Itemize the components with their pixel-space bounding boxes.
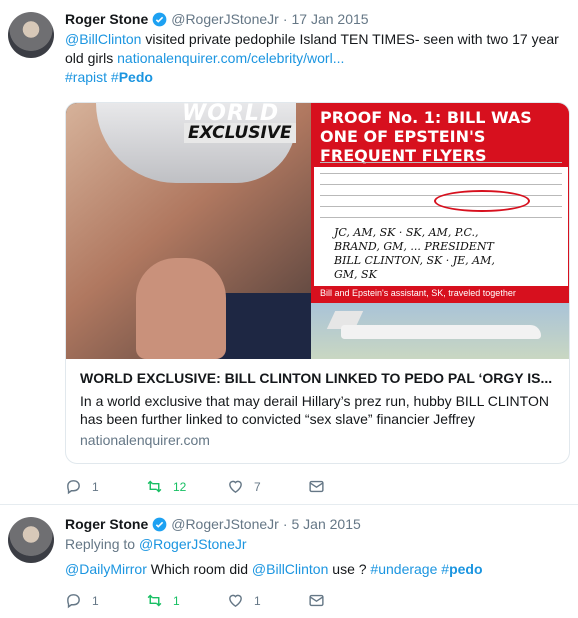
jet-body xyxy=(341,325,541,339)
hashtag-link[interactable]: #pedo xyxy=(441,561,482,577)
tweet-actions: 1 1 1 xyxy=(65,592,389,609)
like-button[interactable]: 7 xyxy=(227,478,308,495)
mention-link[interactable]: @DailyMirror xyxy=(65,561,147,577)
heart-icon xyxy=(229,594,242,608)
display-name[interactable]: Roger Stone xyxy=(65,10,148,28)
log-row xyxy=(320,163,562,174)
envelope-icon xyxy=(309,594,324,607)
handwritten-note: JC, AM, SK · SK, AM, P.C., BRAND, GM, ..… xyxy=(334,226,495,281)
hashtag-prefix: # xyxy=(110,69,119,85)
tweet[interactable]: Roger Stone @RogerJStoneJr · 17 Jan 2015… xyxy=(0,0,578,505)
tweet-content: Roger Stone @RogerJStoneJr · 17 Jan 2015… xyxy=(65,10,570,464)
card-description: In a world exclusive that may derail Hil… xyxy=(80,393,549,427)
reply-count: 1 xyxy=(92,593,99,608)
tweet-header: Roger Stone @RogerJStoneJr · 5 Jan 2015 xyxy=(65,515,568,533)
reply-count: 1 xyxy=(92,479,99,494)
log-row xyxy=(320,152,562,163)
retweet-count: 12 xyxy=(173,479,187,494)
log-row xyxy=(320,207,562,218)
portrait-suit xyxy=(216,293,316,359)
heart-icon xyxy=(229,480,242,494)
retweet-button[interactable]: 1 xyxy=(146,592,227,609)
card-title[interactable]: WORLD EXCLUSIVE: BILL CLINTON LINKED TO … xyxy=(80,369,555,387)
image-exclusive-label: EXCLUSIVE xyxy=(184,123,296,143)
tweet-text: @DailyMirror Which room did @BillClinton… xyxy=(65,560,568,579)
retweet-icon xyxy=(147,480,162,493)
envelope-icon xyxy=(309,480,324,493)
card-domain: nationalenquirer.com xyxy=(80,432,210,448)
highlight-circle xyxy=(434,190,530,212)
reply-icon xyxy=(67,594,80,609)
separator: · xyxy=(282,516,288,532)
replying-to-link[interactable]: @RogerJStoneJr xyxy=(139,536,247,552)
hashtag-bold-text: pedo xyxy=(449,561,483,577)
reply-button[interactable]: 1 xyxy=(65,478,146,495)
direct-message-button[interactable] xyxy=(308,592,389,609)
tweet-date[interactable]: 17 Jan 2015 xyxy=(292,10,369,28)
tweet-text: @BillClinton visited private pedophile I… xyxy=(65,30,568,87)
separator: · xyxy=(282,11,288,27)
reply-button[interactable]: 1 xyxy=(65,592,146,609)
direct-message-button[interactable] xyxy=(308,478,389,495)
retweet-icon xyxy=(147,594,162,607)
tweet-content: Roger Stone @RogerJStoneJr · 5 Jan 2015 … xyxy=(65,515,568,579)
mention-link[interactable]: @BillClinton xyxy=(252,561,328,577)
tweet-date[interactable]: 5 Jan 2015 xyxy=(292,515,361,533)
tweet-body-text: use ? xyxy=(328,561,371,577)
tweet-actions: 1 12 7 xyxy=(65,478,389,495)
hashtag-bold-text: Pedo xyxy=(118,69,153,85)
image-world-label: WORLD xyxy=(182,103,280,126)
display-name[interactable]: Roger Stone xyxy=(65,515,148,533)
retweet-count: 1 xyxy=(173,593,180,608)
replying-prefix: Replying to xyxy=(65,536,139,552)
log-row xyxy=(320,174,562,185)
jet-image xyxy=(311,303,569,359)
tweet[interactable]: Roger Stone @RogerJStoneJr · 5 Jan 2015 … xyxy=(0,505,578,618)
card-image: WORLD EXCLUSIVE PROOF No. 1: BILL WAS ON… xyxy=(66,103,569,359)
retweet-button[interactable]: 12 xyxy=(146,478,227,495)
avatar[interactable] xyxy=(8,12,54,58)
like-count: 7 xyxy=(254,479,261,494)
user-handle[interactable]: @RogerJStoneJr xyxy=(171,10,279,28)
verified-badge-icon xyxy=(152,517,167,531)
like-count: 1 xyxy=(254,593,261,608)
hashtag-prefix: # xyxy=(441,561,450,577)
user-handle[interactable]: @RogerJStoneJr xyxy=(171,515,279,533)
hashtag-link[interactable]: #underage xyxy=(370,561,437,577)
avatar[interactable] xyxy=(8,517,54,563)
hashtag-link[interactable]: #rapist xyxy=(65,69,107,85)
mention-link[interactable]: @BillClinton xyxy=(65,31,141,47)
link-card[interactable]: WORLD EXCLUSIVE PROOF No. 1: BILL WAS ON… xyxy=(65,102,570,464)
card-body: WORLD EXCLUSIVE: BILL CLINTON LINKED TO … xyxy=(66,359,569,458)
hashtag-link[interactable]: #Pedo xyxy=(111,69,153,85)
replying-to: Replying to @RogerJStoneJr xyxy=(65,535,568,554)
flight-log-image: PROOF No. 1: BILL WAS ONE OF EPSTEIN'S F… xyxy=(311,103,569,303)
url-link[interactable]: nationalenquirer.com/celebrity/worl... xyxy=(117,50,344,66)
verified-badge-icon xyxy=(152,12,167,26)
tweet-header: Roger Stone @RogerJStoneJr · 17 Jan 2015 xyxy=(65,10,568,28)
portrait-hand xyxy=(136,258,226,359)
proof-caption: Bill and Epstein's assistant, SK, travel… xyxy=(314,286,568,300)
reply-icon xyxy=(67,480,80,495)
like-button[interactable]: 1 xyxy=(227,592,308,609)
tweet-body-text: Which room did xyxy=(146,561,252,577)
